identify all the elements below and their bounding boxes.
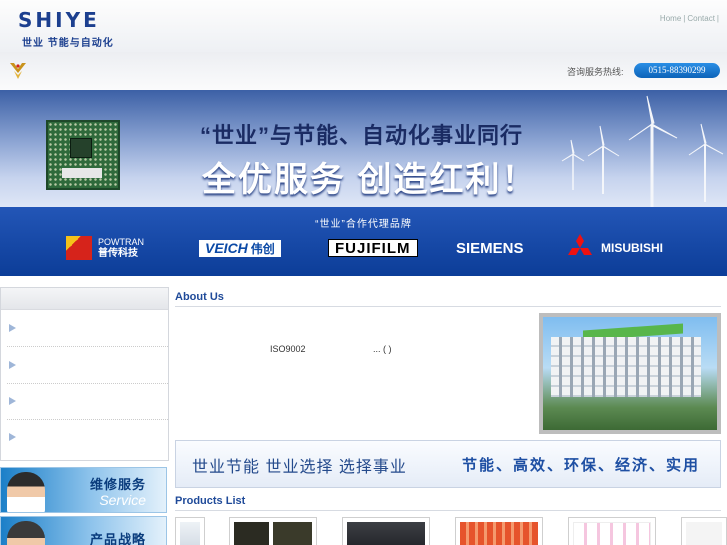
service-label: 产品战略 xyxy=(89,532,146,545)
sidebar-item[interactable] xyxy=(7,348,168,384)
company-emblem-icon xyxy=(10,63,26,79)
product-image xyxy=(686,522,722,545)
connector-image xyxy=(62,168,102,178)
slogan-banner: 世业节能 世业选择 选择事业 节能、高效、环保、经济、实用 xyxy=(175,440,721,488)
brand-veich[interactable]: VEICH 伟创 xyxy=(199,233,281,263)
brands-title: “世业”合作代理品牌 xyxy=(315,219,412,230)
logo-tagline: 世业 节能与自动化 xyxy=(22,38,114,49)
product-thumb[interactable] xyxy=(455,517,543,545)
sidebar-item[interactable] xyxy=(7,420,168,456)
banner-slogan: 全优服务 创造红利！ xyxy=(202,161,538,199)
circuit-board-image xyxy=(46,120,120,190)
sidebar-item[interactable] xyxy=(7,384,168,420)
product-image xyxy=(347,522,425,545)
slogan-left: 世业节能 世业选择 选择事业 xyxy=(192,459,407,476)
brand-fujifilm[interactable]: FUJIFILM xyxy=(328,233,418,263)
building-image xyxy=(551,337,701,397)
service-label: 维修服务 xyxy=(89,477,146,492)
sidebar-menu xyxy=(0,287,169,461)
about-text: ISO9002 xyxy=(270,344,306,354)
brand-name: SIEMENS xyxy=(456,239,524,257)
products-heading: Products List xyxy=(175,495,246,507)
brand-name: VEICH xyxy=(205,239,248,256)
wind-turbine-icon xyxy=(561,95,724,207)
banner-title: “世业”与节能、自动化事业同行 xyxy=(200,123,524,148)
sidebar-item[interactable] xyxy=(7,311,168,347)
brand-mitsubishi[interactable]: MISUBISHI xyxy=(565,233,663,263)
slogan-right: 节能、高效、环保、经济、实用 xyxy=(462,457,701,474)
about-heading: About Us xyxy=(175,291,224,303)
partner-brands: “世业”合作代理品牌 POWTRAN 普传科技 VEICH 伟创 FUJIFILM… xyxy=(0,207,727,276)
company-building-photo xyxy=(539,313,721,434)
chip-image xyxy=(70,138,92,158)
mitsubishi-diamonds-icon xyxy=(568,234,592,255)
service-sublabel: Service xyxy=(99,492,146,508)
contact-link[interactable]: Contact xyxy=(687,14,715,23)
brand-name: MISUBISHI xyxy=(601,241,664,255)
powtran-logo-icon xyxy=(66,236,92,260)
arrow-right-icon xyxy=(9,397,16,405)
product-strategy-button[interactable]: 产品战略 xyxy=(0,516,167,545)
subbar: 咨询服务热线: 0515-88390299 xyxy=(0,52,727,90)
link-separator: | xyxy=(716,14,719,23)
divider xyxy=(175,510,721,511)
header: SHIYE 世业 节能与自动化 Home | Contact | xyxy=(0,0,727,52)
hero-banner: “世业”与节能、自动化事业同行 全优服务 创造红利！ xyxy=(0,90,727,207)
product-image xyxy=(180,522,200,545)
product-thumb[interactable] xyxy=(342,517,430,545)
product-thumb[interactable] xyxy=(229,517,317,545)
brand-siemens[interactable]: SIEMENS xyxy=(456,233,524,263)
repair-service-button[interactable]: 维修服务 Service xyxy=(0,467,167,513)
arrow-right-icon xyxy=(9,324,16,332)
divider xyxy=(175,306,721,307)
link-separator: | xyxy=(683,14,686,23)
sidebar-header xyxy=(1,288,168,310)
arrow-right-icon xyxy=(9,361,16,369)
brand-name: FUJIFILM xyxy=(328,239,418,257)
brand-sub: 普传科技 xyxy=(98,248,138,259)
product-thumb[interactable] xyxy=(175,517,205,545)
logo[interactable]: SHIYE xyxy=(18,8,100,32)
support-agent-image xyxy=(7,521,45,545)
product-thumb[interactable] xyxy=(681,517,727,545)
brand-sub: 伟创 xyxy=(250,241,275,256)
arrow-right-icon xyxy=(9,433,16,441)
brand-powtran[interactable]: POWTRAN 普传科技 xyxy=(66,233,144,263)
product-image xyxy=(234,522,312,545)
support-agent-image xyxy=(7,472,45,512)
product-image xyxy=(460,522,538,545)
product-thumb[interactable] xyxy=(568,517,656,545)
top-links: Home | Contact | xyxy=(660,14,721,23)
product-image xyxy=(573,522,651,545)
about-more: ... ( ) xyxy=(373,344,392,354)
brand-name: POWTRAN xyxy=(98,237,144,247)
home-link[interactable]: Home xyxy=(660,14,681,23)
hotline-phone: 0515-88390299 xyxy=(634,63,720,78)
hotline-label: 咨询服务热线: xyxy=(567,67,624,77)
